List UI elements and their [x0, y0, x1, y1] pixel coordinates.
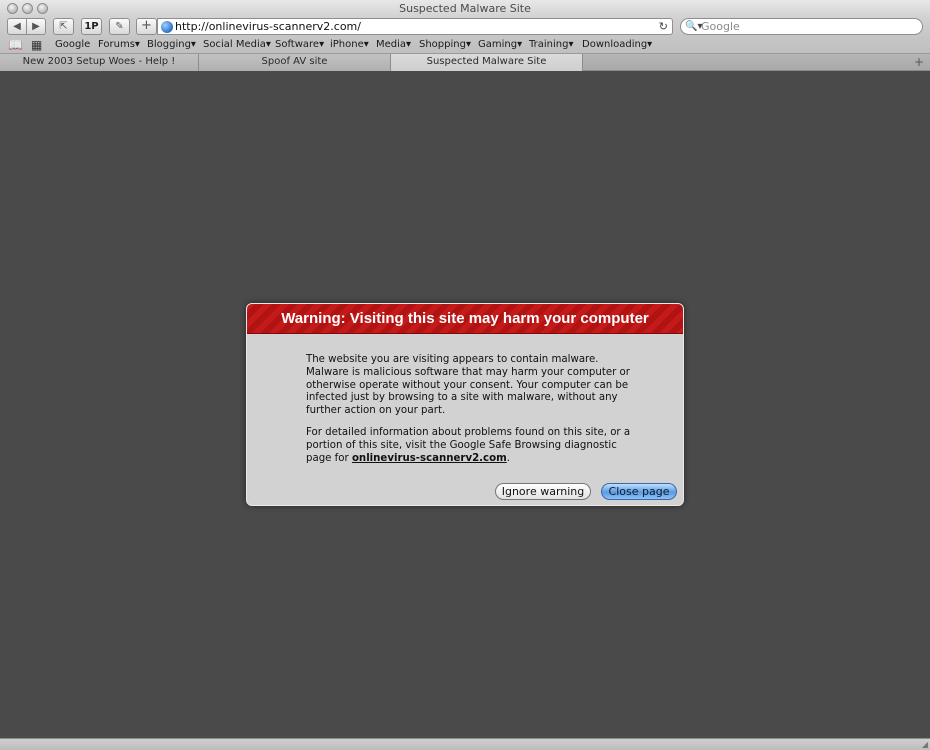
- search-placeholder[interactable]: Google: [701, 19, 740, 34]
- back-button[interactable]: ◀: [7, 18, 27, 35]
- toolbar: ◀ ▶ ⇱ 1P ✎ + http://onlinevirus-scannerv…: [0, 17, 930, 37]
- warning-body: The website you are visiting appears to …: [306, 354, 636, 474]
- bookmark-training[interactable]: Training▾: [529, 37, 573, 53]
- onepassword-button[interactable]: 1P: [81, 18, 102, 35]
- bookmark-iphone[interactable]: iPhone▾: [330, 37, 369, 53]
- url-text[interactable]: http://onlinevirus-scannerv2.com/: [175, 19, 361, 34]
- bookmark-social-media[interactable]: Social Media▾: [203, 37, 271, 53]
- minimize-window-button[interactable]: [22, 3, 33, 14]
- bookmark-downloading[interactable]: Downloading▾: [582, 37, 652, 53]
- forward-button[interactable]: ▶: [26, 18, 46, 35]
- window-title: Suspected Malware Site: [399, 2, 531, 15]
- globe-icon: [161, 21, 173, 33]
- reload-icon[interactable]: ↻: [659, 19, 668, 34]
- warning-header: Warning: Visiting this site may harm you…: [247, 304, 683, 334]
- search-icon[interactable]: 🔍▾: [685, 19, 702, 34]
- status-bar: ◢: [0, 738, 930, 750]
- grid-icon[interactable]: ▦: [31, 37, 42, 53]
- ignore-warning-button[interactable]: Ignore warning: [495, 483, 591, 500]
- snapback-button[interactable]: ⇱: [53, 18, 74, 35]
- bookmark-software[interactable]: Software▾: [275, 37, 324, 53]
- zoom-window-button[interactable]: [37, 3, 48, 14]
- bookmarks-bar: 📖 ▦ Google Forums▾ Blogging▾ Social Medi…: [0, 37, 930, 54]
- bookmark-google[interactable]: Google: [55, 37, 90, 53]
- evernote-icon[interactable]: ✎: [109, 18, 130, 35]
- bookmark-media[interactable]: Media▾: [376, 37, 411, 53]
- warning-paragraph-1: The website you are visiting appears to …: [306, 354, 630, 417]
- book-icon[interactable]: 📖: [8, 37, 23, 53]
- new-tab-icon[interactable]: +: [914, 54, 924, 70]
- warning-paragraph-2: For detailed information about problems …: [306, 427, 636, 465]
- address-bar[interactable]: http://onlinevirus-scannerv2.com/ ↻: [157, 18, 673, 35]
- tab-bar: New 2003 Setup Woes - Help ! Spoof AV si…: [0, 54, 930, 71]
- bookmark-gaming[interactable]: Gaming▾: [478, 37, 522, 53]
- tab-setup-woes[interactable]: New 2003 Setup Woes - Help !: [0, 54, 199, 71]
- close-window-button[interactable]: [7, 3, 18, 14]
- bookmark-blogging[interactable]: Blogging▾: [147, 37, 196, 53]
- title-bar: Suspected Malware Site: [0, 0, 930, 17]
- paragraph-2-suffix: .: [506, 452, 510, 464]
- add-bookmark-button[interactable]: +: [136, 18, 157, 35]
- tab-suspected-malware[interactable]: Suspected Malware Site: [391, 54, 583, 71]
- malware-warning-dialog: Warning: Visiting this site may harm you…: [246, 303, 684, 506]
- bookmark-forums[interactable]: Forums▾: [98, 37, 140, 53]
- tab-spoof-av[interactable]: Spoof AV site: [199, 54, 391, 71]
- resize-grip-icon[interactable]: ◢: [922, 740, 928, 749]
- close-page-button[interactable]: Close page: [601, 483, 677, 500]
- warning-title: Warning: Visiting this site may harm you…: [281, 310, 649, 327]
- bookmark-shopping[interactable]: Shopping▾: [419, 37, 471, 53]
- diagnostic-link[interactable]: onlinevirus-scannerv2.com: [352, 453, 507, 464]
- search-field[interactable]: 🔍▾ Google: [680, 18, 923, 35]
